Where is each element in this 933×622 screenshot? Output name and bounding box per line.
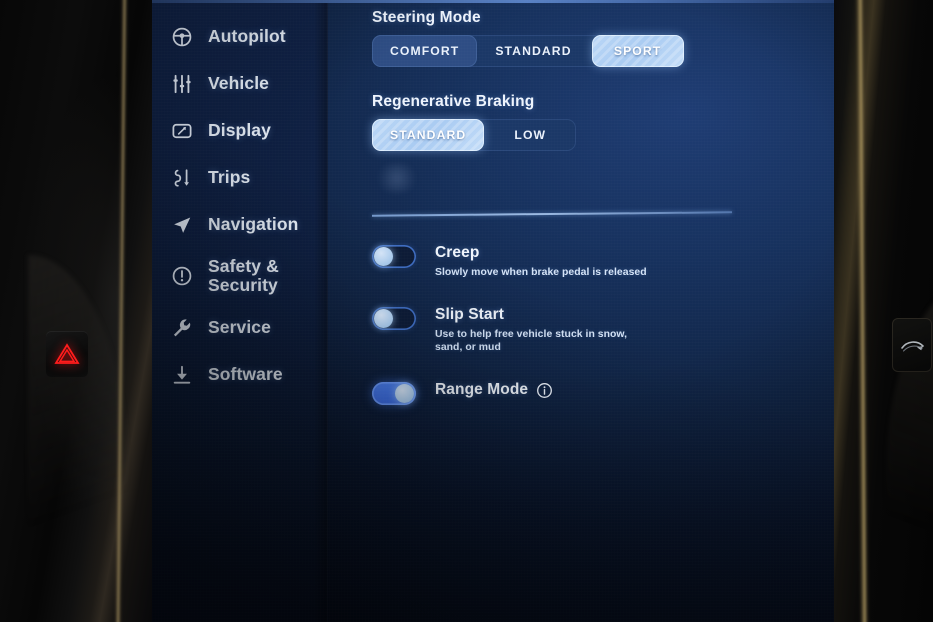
slip-start-toggle[interactable] — [372, 306, 416, 330]
sidebar-item-label: Display — [208, 120, 271, 141]
creep-toggle[interactable] — [372, 245, 416, 268]
regen-option-low[interactable]: LOW — [484, 119, 576, 151]
steering-mode-option-comfort[interactable]: COMFORT — [372, 35, 478, 67]
setting-row-range-mode: Range Mode — [372, 381, 834, 406]
sidebar-item-label: Autopilot — [208, 26, 286, 47]
rear-defrost-button[interactable] — [892, 318, 932, 372]
slip-start-label-text: Slip Start — [435, 305, 505, 323]
wrench-icon — [170, 316, 194, 340]
settings-sidebar: Autopilot Vehicle Display Trips Navigati… — [152, 3, 328, 622]
sliders-icon — [170, 72, 194, 96]
sidebar-item-display[interactable]: Display — [152, 107, 328, 154]
range-mode-label: Range Mode — [435, 381, 553, 399]
steering-mode-option-standard[interactable]: STANDARD — [477, 35, 589, 67]
display-pen-icon — [170, 119, 194, 143]
setting-row-creep: Creep Slowly move when brake pedal is re… — [372, 244, 834, 280]
sidebar-item-navigation[interactable]: Navigation — [152, 201, 328, 248]
download-icon — [170, 363, 194, 387]
hazard-lights-button[interactable] — [46, 331, 88, 377]
range-mode-text-group: Range Mode — [435, 381, 553, 399]
sidebar-item-trips[interactable]: Trips — [152, 154, 328, 201]
toggle-settings-list: Creep Slowly move when brake pedal is re… — [372, 244, 834, 406]
hazard-triangle-icon — [54, 343, 80, 365]
rear-defrost-icon — [899, 335, 925, 355]
sidebar-item-safety-security[interactable]: Safety & Security — [152, 248, 328, 304]
toggle-knob — [374, 247, 393, 266]
info-icon[interactable] — [536, 382, 553, 399]
sidebar-item-label: Safety & Security — [208, 256, 279, 295]
creep-text-group: Creep Slowly move when brake pedal is re… — [435, 244, 647, 280]
vehicle-settings-panel: Steering Mode COMFORT STANDARD SPORT Reg… — [328, 3, 834, 622]
navigation-arrow-icon — [170, 213, 194, 237]
right-interior-bezel — [834, 0, 933, 622]
sidebar-item-label: Service — [208, 317, 271, 338]
regenerative-braking-section: Regenerative Braking STANDARD LOW — [372, 93, 834, 151]
sidebar-item-vehicle[interactable]: Vehicle — [152, 60, 328, 107]
winding-road-icon — [170, 166, 194, 190]
left-interior-bezel — [0, 0, 152, 622]
sidebar-item-autopilot[interactable]: Autopilot — [152, 13, 328, 60]
creep-label-text: Creep — [435, 244, 480, 261]
screenshot-root: Autopilot Vehicle Display Trips Navigati… — [0, 0, 933, 622]
screen-glare — [374, 163, 420, 193]
slip-start-text-group: Slip Start Use to help free vehicle stuc… — [435, 306, 650, 355]
steering-mode-title: Steering Mode — [372, 9, 481, 26]
regenerative-braking-segmented-control[interactable]: STANDARD LOW — [372, 119, 577, 151]
exclamation-circle-icon — [170, 264, 194, 288]
steering-mode-section: Steering Mode COMFORT STANDARD SPORT — [372, 9, 834, 67]
steering-mode-segmented-control[interactable]: COMFORT STANDARD SPORT — [372, 35, 684, 67]
creep-label: Creep — [435, 244, 647, 262]
sidebar-item-software[interactable]: Software — [152, 351, 328, 398]
setting-row-slip-start: Slip Start Use to help free vehicle stuc… — [372, 306, 834, 355]
toggle-knob — [395, 384, 414, 404]
range-mode-toggle[interactable] — [372, 382, 416, 406]
steering-mode-option-sport[interactable]: SPORT — [591, 35, 684, 67]
sidebar-item-label: Trips — [208, 167, 251, 188]
sidebar-item-label: Navigation — [208, 214, 299, 235]
regenerative-braking-title: Regenerative Braking — [372, 93, 535, 110]
slip-start-label: Slip Start — [435, 306, 650, 324]
sidebar-item-label: Software — [208, 364, 283, 385]
regen-option-standard[interactable]: STANDARD — [372, 119, 485, 151]
creep-description: Slowly move when brake pedal is released — [435, 267, 647, 278]
section-divider — [371, 211, 733, 217]
range-mode-label-text: Range Mode — [435, 381, 529, 399]
toggle-knob — [374, 308, 393, 328]
sidebar-item-label: Vehicle — [208, 73, 270, 94]
sidebar-item-service[interactable]: Service — [152, 304, 328, 351]
steering-wheel-icon — [170, 25, 194, 49]
center-touchscreen: Autopilot Vehicle Display Trips Navigati… — [152, 0, 834, 622]
slip-start-description: Use to help free vehicle stuck in snow, … — [435, 328, 628, 354]
